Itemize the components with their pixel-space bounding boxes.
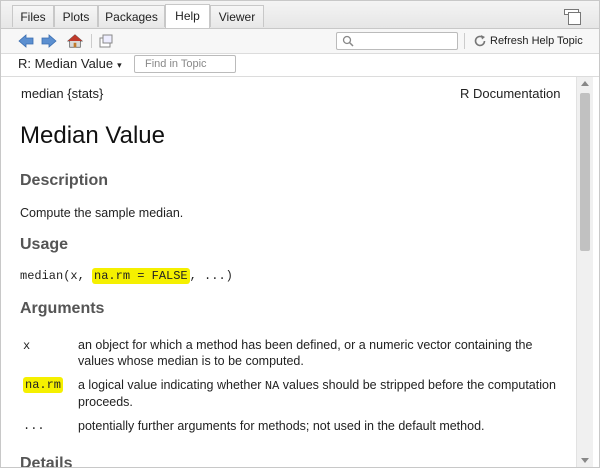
refresh-label: Refresh Help Topic	[490, 35, 583, 47]
argument-name: x	[23, 339, 31, 353]
help-document: median {stats} R Documentation Median Va…	[1, 77, 575, 468]
details-heading: Details	[20, 455, 73, 468]
page-title: Median Value	[20, 122, 165, 149]
topic-bar: R: Median Value ▾ Find in Topic	[1, 54, 599, 77]
chevron-down-icon: ▾	[117, 60, 122, 70]
tab-help[interactable]: Help	[165, 4, 210, 28]
argument-name: ...	[23, 419, 45, 433]
help-search-input[interactable]	[336, 32, 458, 50]
scroll-up-arrow-icon[interactable]	[581, 81, 589, 86]
forward-arrow-icon[interactable]	[41, 33, 57, 49]
argument-description-code: NA	[264, 379, 280, 393]
description-text: Compute the sample median.	[20, 206, 184, 220]
tab-plots[interactable]: Plots	[54, 5, 98, 27]
arguments-heading: Arguments	[20, 300, 105, 317]
find-in-topic-placeholder: Find in Topic	[145, 58, 207, 70]
usage-suffix: , ...)	[189, 269, 233, 283]
usage-code: median(x, na.rm = FALSE, ...)	[20, 268, 233, 284]
argument-description: potentially further arguments for method…	[78, 419, 485, 433]
help-pane: Files Plots Packages Help Viewer Refresh…	[0, 0, 600, 468]
search-icon	[342, 35, 354, 47]
tab-bar: Files Plots Packages Help Viewer	[1, 1, 599, 29]
home-icon[interactable]	[67, 33, 83, 49]
argument-description-text: a logical value indicating whether	[78, 378, 265, 392]
maximize-pane-icon[interactable]	[568, 12, 581, 25]
vertical-scrollbar[interactable]	[576, 77, 593, 467]
description-heading: Description	[20, 172, 109, 189]
usage-highlight: na.rm = FALSE	[92, 268, 190, 284]
tab-files[interactable]: Files	[12, 5, 54, 27]
r-documentation-label: R Documentation	[460, 86, 561, 101]
argument-name: na.rm	[23, 377, 64, 393]
scroll-down-arrow-icon[interactable]	[581, 458, 589, 463]
refresh-icon	[474, 35, 486, 47]
tab-viewer[interactable]: Viewer	[210, 5, 264, 27]
topic-history-dropdown[interactable]: R: Median Value ▾	[18, 56, 122, 71]
argument-description: a logical value indicating whether NA va…	[78, 377, 568, 410]
refresh-help-topic-button[interactable]: Refresh Help Topic	[473, 31, 583, 51]
find-in-topic-input[interactable]: Find in Topic	[134, 55, 236, 73]
scrollbar-thumb[interactable]	[580, 93, 590, 251]
package-label: median {stats}	[21, 86, 104, 101]
show-in-new-window-icon[interactable]	[98, 33, 114, 49]
argument-name-highlight: na.rm	[23, 377, 64, 393]
toolbar-divider	[91, 34, 92, 48]
usage-heading: Usage	[20, 236, 69, 253]
toolbar-divider	[464, 33, 465, 49]
tab-packages[interactable]: Packages	[98, 5, 165, 27]
help-toolbar: Refresh Help Topic	[1, 29, 599, 54]
argument-description: an object for which a method has been de…	[78, 338, 533, 368]
usage-prefix: median(x,	[20, 269, 93, 283]
topic-title: R: Median Value	[18, 56, 114, 71]
back-arrow-icon[interactable]	[18, 33, 34, 49]
